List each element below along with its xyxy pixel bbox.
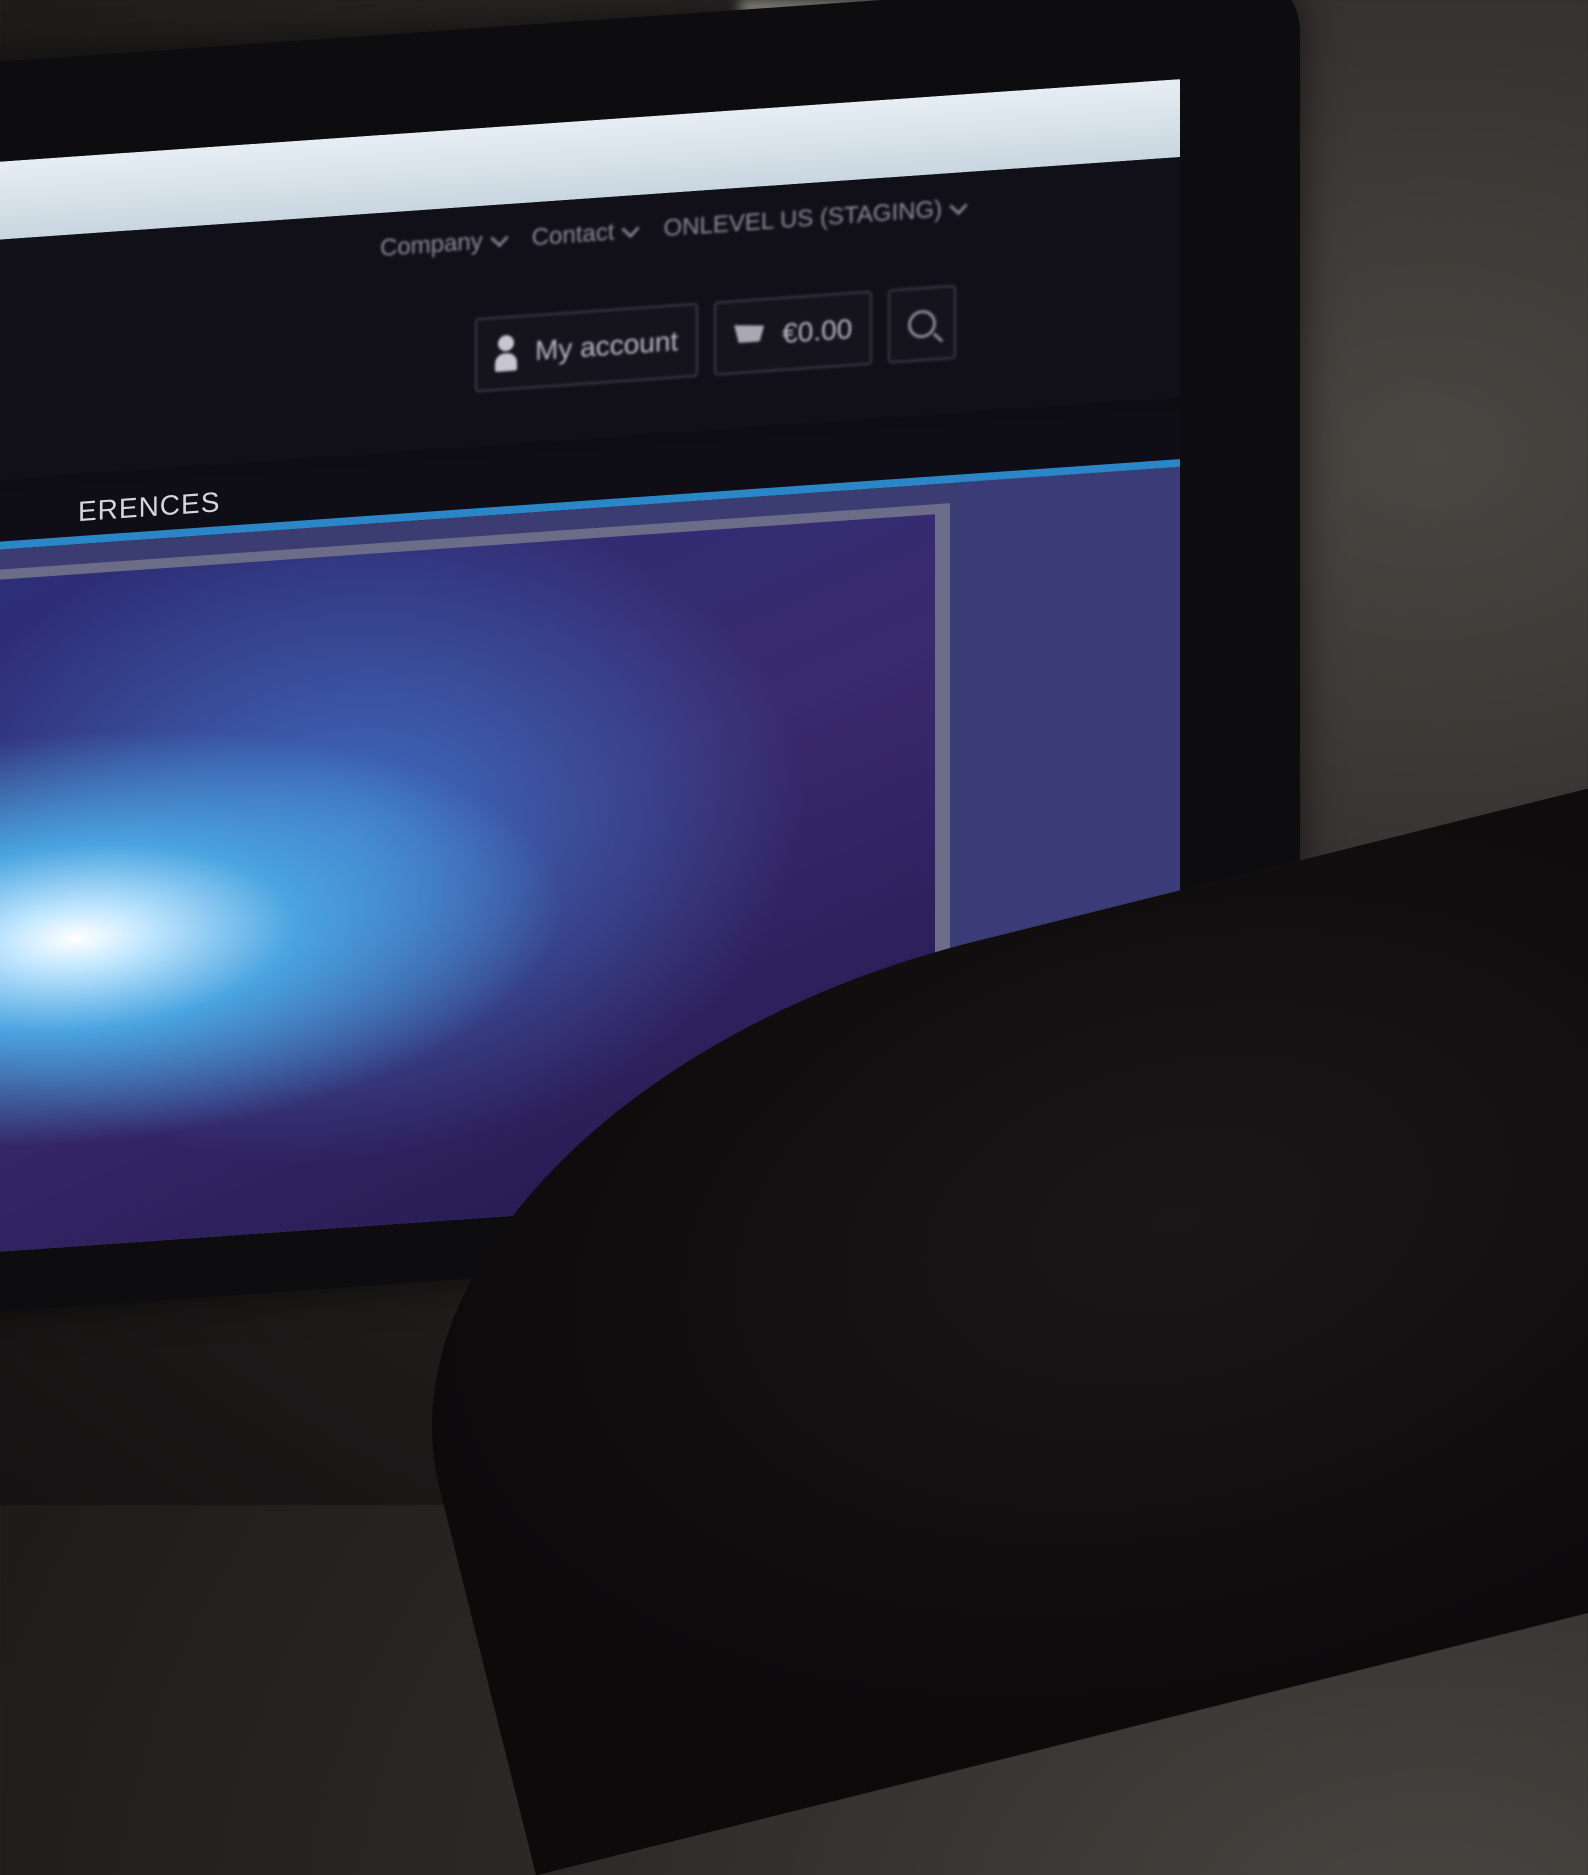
my-account-button[interactable]: My account [475, 302, 699, 393]
search-button[interactable] [888, 284, 957, 364]
user-icon [495, 334, 517, 372]
my-account-label: My account [535, 325, 679, 367]
chevron-down-icon [949, 196, 968, 215]
chevron-down-icon [490, 228, 509, 247]
cart-icon [734, 323, 764, 349]
chevron-down-icon [621, 219, 641, 238]
cart-total: €0.00 [782, 313, 853, 349]
nav-contact-label: Contact [531, 218, 615, 252]
search-icon [908, 309, 937, 340]
nav-references[interactable]: ERENCES [78, 486, 220, 528]
cart-button[interactable]: €0.00 [714, 290, 873, 376]
